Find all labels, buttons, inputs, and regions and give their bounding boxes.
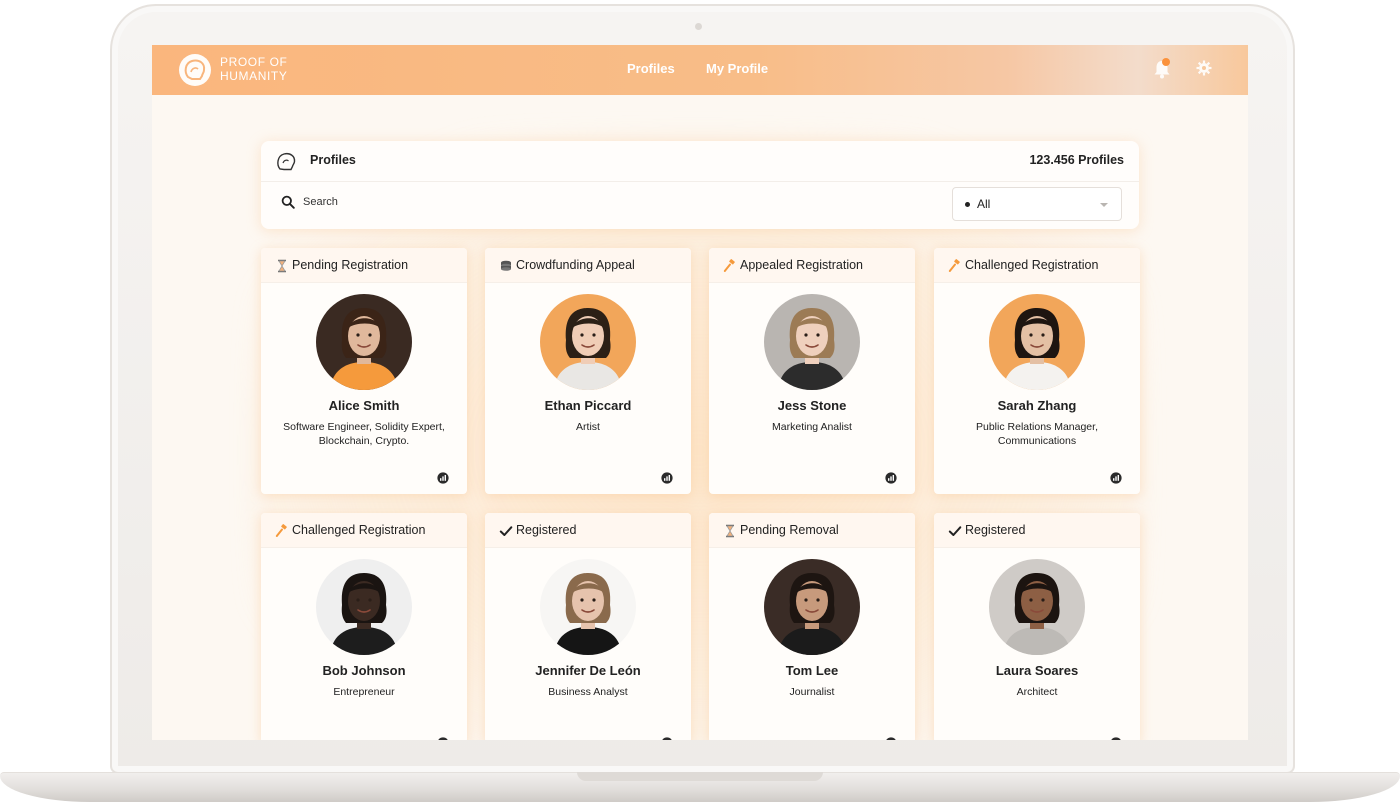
- avatar[interactable]: [316, 559, 412, 655]
- chart-stats-icon[interactable]: [437, 737, 449, 740]
- profile-role: Business Analyst: [548, 686, 628, 698]
- coins-icon: [499, 259, 513, 273]
- check-icon: [499, 524, 513, 538]
- profile-role: Architect: [1016, 686, 1058, 698]
- profile-role: Software Engineer, Solidity Expert, Bloc…: [283, 421, 445, 447]
- logo-line2: HUMANITY: [220, 69, 288, 83]
- card-status-bar: Registered: [485, 513, 691, 548]
- card-status-bar: Crowdfunding Appeal: [485, 248, 691, 283]
- camera-dot: [695, 23, 702, 30]
- profile-head-icon: [277, 152, 296, 171]
- humanity-logo-icon[interactable]: [178, 52, 212, 88]
- profile-name[interactable]: Tom Lee: [709, 663, 915, 678]
- hourglass-icon: [275, 259, 289, 273]
- chart-stats-icon[interactable]: [661, 472, 673, 484]
- card-status-bar: Pending Removal: [709, 513, 915, 548]
- avatar[interactable]: [989, 559, 1085, 655]
- chevron-down-icon: [1100, 203, 1108, 207]
- card-status-label: Appealed Registration: [740, 258, 863, 272]
- profile-card[interactable]: Challenged Registration Sarah Zhang Public…: [934, 248, 1140, 494]
- profile-role: Entrepreneur: [333, 686, 395, 698]
- profile-card[interactable]: Challenged Registration Bob Johnson Entrep…: [261, 513, 467, 740]
- chart-stats-icon[interactable]: [661, 737, 673, 740]
- gavel-icon: [948, 259, 962, 273]
- chart-stats-icon[interactable]: [1110, 472, 1122, 484]
- avatar[interactable]: [540, 559, 636, 655]
- search-input[interactable]: [303, 191, 703, 213]
- card-status-bar: Appealed Registration: [709, 248, 915, 283]
- gavel-icon: [275, 524, 289, 538]
- profile-card[interactable]: Pending Removal Tom Lee Journalist: [709, 513, 915, 740]
- notification-dot: [1162, 58, 1170, 66]
- card-status-label: Crowdfunding Appeal: [516, 258, 635, 272]
- check-icon: [948, 524, 962, 538]
- profile-card[interactable]: Crowdfunding Appeal Ethan Piccard Artist: [485, 248, 691, 494]
- card-status-bar: Challenged Registration: [261, 513, 467, 548]
- profile-name[interactable]: Sarah Zhang: [934, 398, 1140, 413]
- search-icon: [281, 195, 295, 209]
- card-status-label: Registered: [516, 523, 577, 537]
- hourglass-icon: [723, 524, 737, 538]
- chart-stats-icon[interactable]: [885, 472, 897, 484]
- profiles-panel-header: Profiles 123.456 Profiles All: [261, 141, 1139, 229]
- filter-selected-value: All: [977, 197, 991, 211]
- profile-card[interactable]: Pending Registration Alice Smith Software …: [261, 248, 467, 494]
- card-status-bar: Pending Registration: [261, 248, 467, 283]
- card-status-label: Pending Registration: [292, 258, 409, 272]
- profile-role: Journalist: [789, 686, 835, 698]
- status-filter-select[interactable]: All: [952, 187, 1122, 221]
- profile-name[interactable]: Laura Soares: [934, 663, 1140, 678]
- gavel-icon: [723, 259, 737, 273]
- card-status-label: Pending Removal: [740, 523, 839, 537]
- logo-line1: PROOF OF: [220, 55, 288, 69]
- avatar[interactable]: [764, 559, 860, 655]
- profile-name[interactable]: Jennifer De León: [485, 663, 691, 678]
- panel-title: Profiles: [310, 153, 356, 167]
- profile-card[interactable]: Registered Laura Soares Architect: [934, 513, 1140, 740]
- profile-card[interactable]: Registered Jennifer De León Business Analy…: [485, 513, 691, 740]
- chart-stats-icon[interactable]: [885, 737, 897, 740]
- profile-role: Public Relations Manager, Communications: [976, 421, 1098, 447]
- gear-icon[interactable]: [1196, 60, 1212, 76]
- profiles-count: 123.456 Profiles: [1029, 153, 1124, 167]
- chart-stats-icon[interactable]: [437, 472, 449, 484]
- card-status-bar: Challenged Registration: [934, 248, 1140, 283]
- profile-name[interactable]: Alice Smith: [261, 398, 467, 413]
- profile-name[interactable]: Ethan Piccard: [485, 398, 691, 413]
- top-navbar: PROOF OF HUMANITY Profiles My Profile: [152, 45, 1248, 95]
- card-status-label: Challenged Registration: [965, 258, 1099, 272]
- header-divider: [261, 181, 1139, 182]
- profile-name[interactable]: Bob Johnson: [261, 663, 467, 678]
- profile-role: Artist: [576, 421, 600, 433]
- avatar[interactable]: [316, 294, 412, 390]
- profile-name[interactable]: Jess Stone: [709, 398, 915, 413]
- chart-stats-icon[interactable]: [1110, 737, 1122, 740]
- profile-role: Marketing Analist: [772, 421, 852, 433]
- avatar[interactable]: [989, 294, 1085, 390]
- avatar[interactable]: [764, 294, 860, 390]
- avatar[interactable]: [540, 294, 636, 390]
- card-status-label: Challenged Registration: [292, 523, 426, 537]
- laptop-base-notch: [577, 772, 823, 781]
- filter-dot-icon: [965, 202, 970, 207]
- logo-text[interactable]: PROOF OF HUMANITY: [220, 55, 287, 83]
- profile-card[interactable]: Appealed Registration Jess Stone Marketing…: [709, 248, 915, 494]
- nav-profiles-link[interactable]: Profiles: [627, 61, 675, 76]
- nav-my-profile-link[interactable]: My Profile: [706, 61, 768, 76]
- card-status-label: Registered: [965, 523, 1026, 537]
- card-status-bar: Registered: [934, 513, 1140, 548]
- app-screen: PROOF OF HUMANITY Profiles My Profile Pr…: [152, 45, 1248, 740]
